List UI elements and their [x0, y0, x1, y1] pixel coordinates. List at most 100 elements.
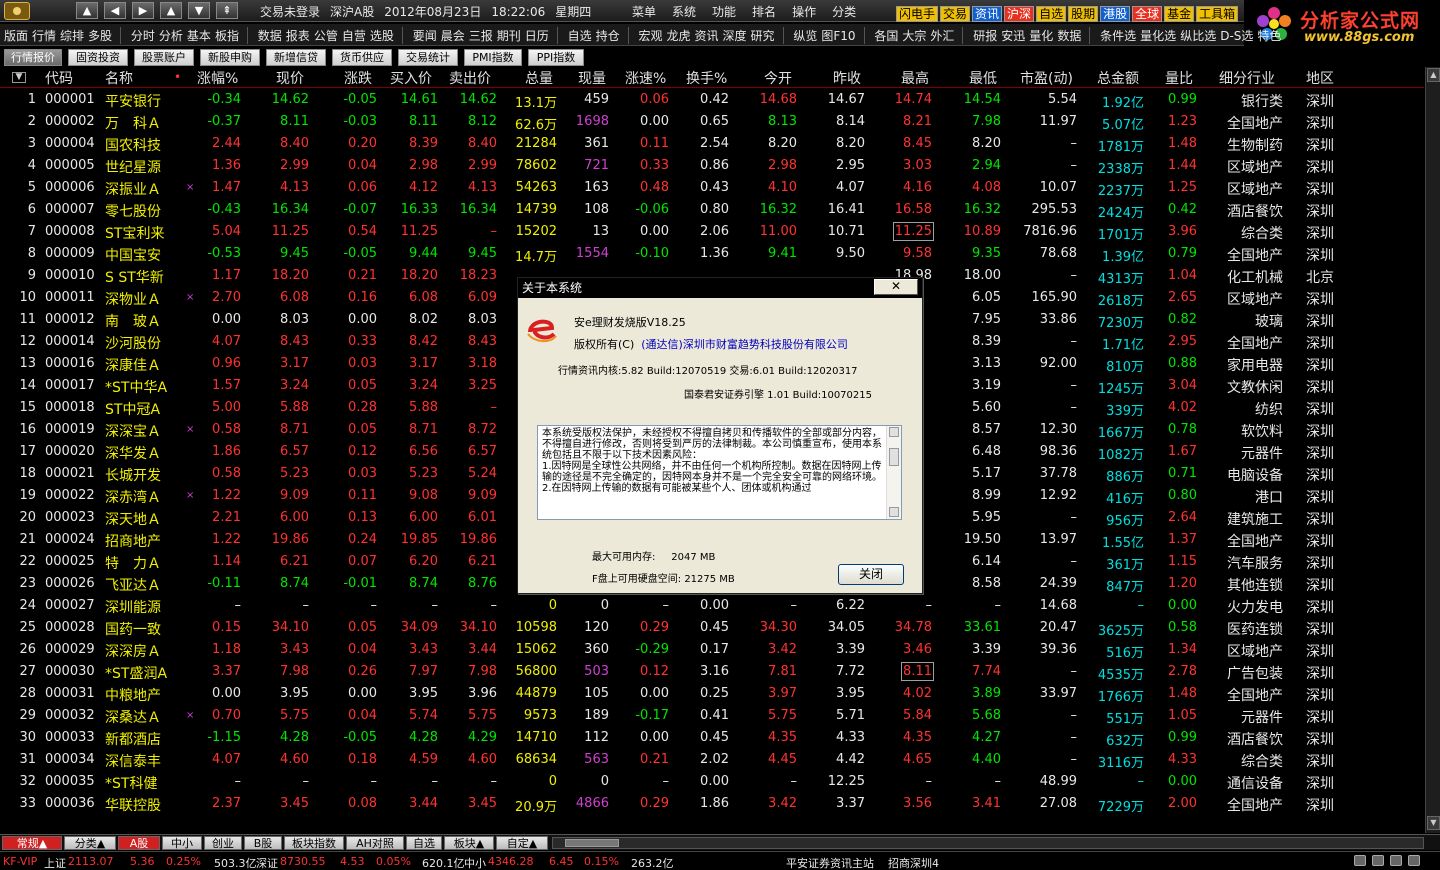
toolbar-item[interactable]: 自选	[568, 29, 592, 43]
toolbar-item[interactable]: 资讯	[694, 29, 718, 43]
futures-button[interactable]: 股期	[1068, 6, 1099, 22]
table-row[interactable]: 31 000034 深信泰丰 4.07 4.60 0.18 4.59 4.60 68634 563…	[0, 749, 1424, 771]
col-region[interactable]: 地区	[1306, 68, 1334, 88]
close-button[interactable]: 关闭	[838, 564, 904, 585]
tab-pmi[interactable]: PMI指数	[464, 49, 522, 66]
tab-ppi[interactable]: PPI指数	[528, 49, 584, 66]
toolbar-item[interactable]: 要闻	[413, 29, 437, 43]
toolbar-item[interactable]: 行情	[32, 29, 56, 43]
alert-icon[interactable]	[1372, 855, 1384, 866]
forward-icon[interactable]: ▶	[132, 2, 154, 19]
news-button[interactable]: 资讯	[972, 6, 1003, 22]
toolbar-item[interactable]: 持仓	[596, 29, 620, 43]
toolbox-button[interactable]: 工具箱	[1196, 6, 1239, 22]
table-row[interactable]: 3 000004 国农科技 2.44 8.40 0.20 8.39 8.40 21284 361 0…	[0, 133, 1424, 155]
clock-icon[interactable]	[1408, 855, 1420, 866]
toolbar-item[interactable]: 多股	[88, 29, 112, 43]
col-volume-ratio[interactable]: 量比	[1165, 68, 1193, 88]
tab-quotes[interactable]: 行情报价	[4, 49, 62, 66]
scroll-thumb[interactable]	[889, 448, 899, 466]
btab-sme[interactable]: 中小	[162, 836, 202, 850]
column-menu-icon[interactable]: ▼	[12, 72, 26, 83]
menu-item-system[interactable]: 系统	[672, 5, 696, 19]
col-high[interactable]: 最高	[901, 68, 929, 88]
home-icon[interactable]: ▲	[76, 2, 98, 19]
toolbar-item[interactable]: 日历	[525, 29, 549, 43]
back-icon[interactable]: ◀	[104, 2, 126, 19]
license-notice[interactable]: 本系统受版权法保护，未经授权不得擅自拷贝和传播软件的全部或部分内容，不得擅自进行…	[537, 425, 902, 520]
vertical-scrollbar[interactable]: ▲ ▼	[1425, 67, 1440, 833]
col-speed[interactable]: 涨速%	[625, 68, 666, 88]
toolbar-item[interactable]: 研究	[751, 29, 775, 43]
hk-stock-button[interactable]: 港股	[1100, 6, 1131, 22]
menu-item-category[interactable]: 分类	[832, 5, 856, 19]
notice-scrollbar[interactable]	[886, 426, 901, 519]
btab-custom[interactable]: 自定▲	[496, 836, 548, 850]
scroll-up-icon[interactable]: ▲	[1427, 68, 1440, 82]
btab-normal[interactable]: 常规▲	[2, 836, 62, 850]
scroll-down-icon[interactable]	[889, 507, 899, 517]
col-name[interactable]: 名称	[105, 68, 133, 88]
btab-a-share[interactable]: A股	[118, 836, 160, 850]
app-logo-icon[interactable]	[4, 2, 30, 20]
col-change[interactable]: 涨跌	[344, 68, 372, 88]
col-open[interactable]: 今开	[764, 68, 792, 88]
toolbar-item[interactable]: 报表	[286, 29, 310, 43]
menu-item-rank[interactable]: 排名	[752, 5, 776, 19]
table-row[interactable]: 24 000027 深圳能源 – – – – – 0 0 – 0.00 – 6.22 – – 14.68 – 0.0…	[0, 595, 1424, 617]
tab-stock-accounts[interactable]: 股票账户	[134, 49, 194, 66]
btab-sector[interactable]: 板块▲	[444, 836, 494, 850]
toolbar-item[interactable]: 各国	[874, 29, 898, 43]
btab-b-share[interactable]: B股	[244, 836, 282, 850]
col-industry[interactable]: 细分行业	[1219, 68, 1275, 88]
toolbar-item[interactable]: 晨会	[441, 29, 465, 43]
btab-category[interactable]: 分类▲	[64, 836, 116, 850]
col-price[interactable]: 现价	[276, 68, 304, 88]
toolbar-item[interactable]: 三报	[469, 29, 493, 43]
toolbar-item[interactable]: 量化选	[1140, 29, 1176, 43]
col-low[interactable]: 最低	[969, 68, 997, 88]
table-row[interactable]: 8 000009 中国宝安 -0.53 9.45 -0.05 9.44 9.45 14.7万 15…	[0, 243, 1424, 265]
toolbar-item[interactable]: 大宗	[902, 29, 926, 43]
col-cur-volume[interactable]: 现量	[578, 68, 606, 88]
table-row[interactable]: 5 000006 深振业Ａ × 1.47 4.13 0.06 4.12 4.13 54263 163…	[0, 177, 1424, 199]
tab-ipo[interactable]: 新股申购	[200, 49, 260, 66]
hushen-button[interactable]: 沪深	[1004, 6, 1035, 22]
scroll-thumb[interactable]	[565, 839, 619, 847]
col-prev-close[interactable]: 昨收	[833, 68, 861, 88]
toolbar-item[interactable]: 宏观	[638, 29, 662, 43]
table-row[interactable]: 7 000008 ST宝利来 5.04 11.25 0.54 11.25 – 15202 13 0.…	[0, 221, 1424, 243]
horizontal-scrollbar[interactable]	[552, 837, 1424, 849]
table-row[interactable]: 32 000035 *ST科健 – – – – – 0 0 – 0.00 – 12.25 – – 48.99 – 0…	[0, 771, 1424, 793]
btab-watchlist[interactable]: 自选	[406, 836, 442, 850]
tab-new-credit[interactable]: 新增信贷	[266, 49, 326, 66]
flash-trade-button[interactable]: 闪电手	[896, 6, 939, 22]
toolbar-item[interactable]: 数据	[258, 29, 282, 43]
page-up-icon[interactable]: ⇞	[216, 2, 238, 19]
fund-button[interactable]: 基金	[1164, 6, 1195, 22]
table-row[interactable]: 28 000031 中粮地产 0.00 3.95 0.00 3.95 3.96 44879 105…	[0, 683, 1424, 705]
close-icon[interactable]: ✕	[874, 279, 918, 295]
down-icon[interactable]: ▼	[188, 2, 210, 19]
table-row[interactable]: 27 000030 *ST盛润A 3.37 7.98 0.26 7.97 7.98 56800 5…	[0, 661, 1424, 683]
toolbar-item[interactable]: 条件选	[1100, 29, 1136, 43]
table-row[interactable]: 33 000036 华联控股 2.37 3.45 0.08 3.44 3.45 20.9万 486…	[0, 793, 1424, 815]
table-row[interactable]: 1 000001 平安银行 -0.34 14.62 -0.05 14.61 14.62 13.1…	[0, 89, 1424, 111]
table-row[interactable]: 26 000029 深深房Ａ 1.18 3.43 0.04 3.43 3.44 15062 360…	[0, 639, 1424, 661]
global-button[interactable]: 全球	[1132, 6, 1163, 22]
menu-item-menu[interactable]: 菜单	[632, 5, 656, 19]
btab-ah-compare[interactable]: AH对照	[346, 836, 404, 850]
toolbar-item[interactable]: 图F10	[821, 29, 855, 43]
toolbar-item[interactable]: 版面	[4, 29, 28, 43]
col-pe[interactable]: 市盈(动)	[1020, 68, 1073, 88]
toolbar-item[interactable]: 分时	[131, 29, 155, 43]
toolbar-item[interactable]: 特色	[1257, 29, 1281, 43]
up-icon[interactable]: ▲	[160, 2, 182, 19]
toolbar-item[interactable]: 基本	[187, 29, 211, 43]
tab-fixed-investment[interactable]: 固资投资	[68, 49, 128, 66]
toolbar-item[interactable]: 量化	[1029, 29, 1053, 43]
scroll-down-icon[interactable]: ▼	[1427, 816, 1440, 830]
col-volume[interactable]: 总量	[525, 68, 553, 88]
btab-sector-index[interactable]: 板块指数	[284, 836, 344, 850]
toolbar-item[interactable]: 期刊	[497, 29, 521, 43]
